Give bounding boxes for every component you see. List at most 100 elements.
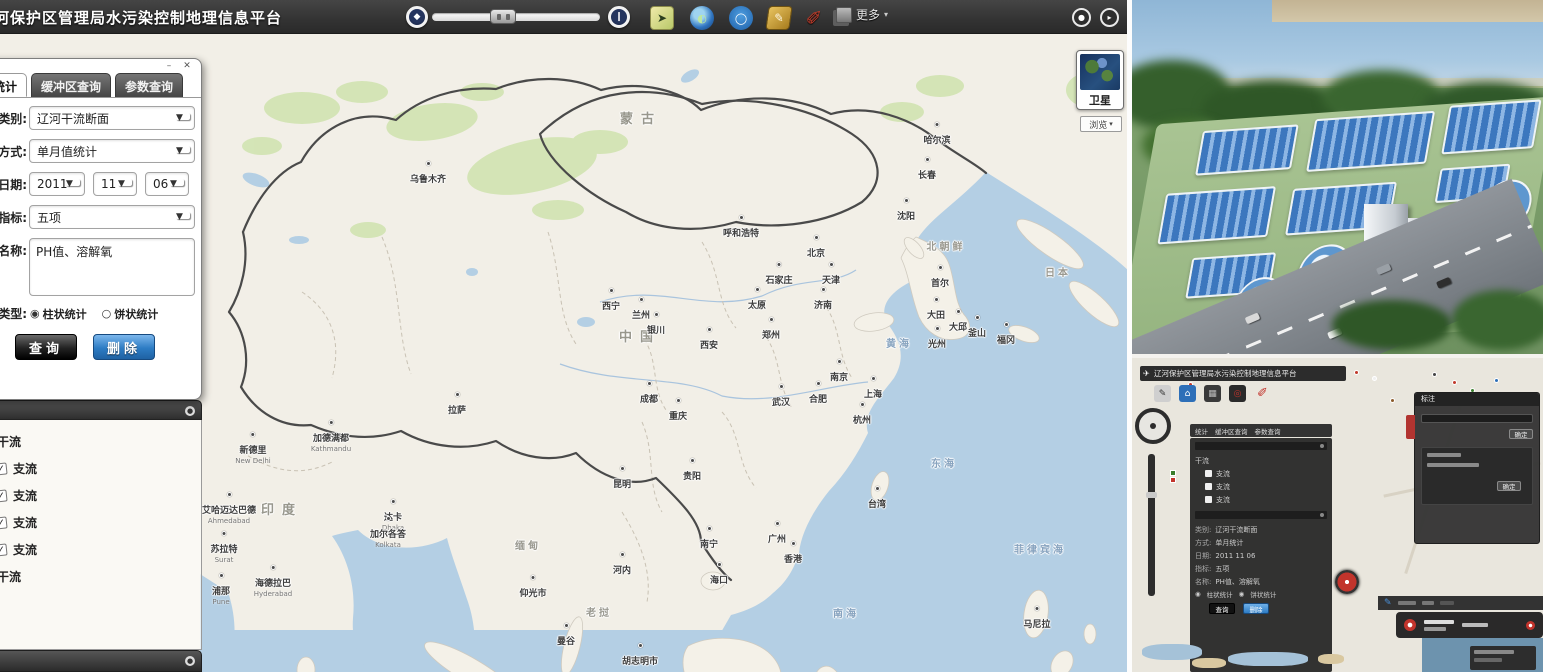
globe-icon[interactable]: ◐ (690, 6, 714, 30)
map-label: 贵阳 (683, 458, 701, 483)
pan-right-button[interactable]: ▸ (1100, 8, 1119, 27)
zoom-slider-track[interactable] (432, 13, 600, 21)
map-label: 釜山 (968, 315, 986, 340)
map-label: 西安 (700, 327, 718, 352)
caret-icon: ▼ (118, 179, 132, 186)
vertical-divider (1127, 0, 1132, 672)
mini-tabs: 统计缓冲区查询参数查询 (1190, 424, 1332, 437)
horizontal-divider (1132, 354, 1543, 358)
tab-2[interactable]: 参数查询 (115, 73, 183, 97)
caret-icon: ▼ (176, 212, 190, 219)
mini-annotation-popup: 标注 确定 确定 (1414, 392, 1540, 544)
pie-radio-icon[interactable]: ○ (102, 307, 112, 320)
annotate-pen-icon[interactable]: ✐ (802, 6, 826, 30)
category-select[interactable]: 辽河干流断面 ▼ (29, 106, 195, 130)
screen: 河保护区管理局水污染控制地理信息平台 ◆ ❙ ➤ ◐ ◯ ✎ ✐ 更多 ▾ ● … (0, 0, 1543, 672)
mini-query-panel: 干流支流支流支流 类别:辽河干流断面方式:单月统计日期:2011 11 06指标… (1190, 438, 1332, 672)
delete-button[interactable]: 删除 (93, 334, 155, 360)
layer-checkbox[interactable]: ✓ (0, 543, 8, 556)
layer-checkbox[interactable]: ✓ (0, 462, 8, 475)
bar-radio-icon[interactable]: ◉ (30, 307, 40, 320)
pan-left-button[interactable]: ● (1072, 8, 1091, 27)
map-label: 太原 (748, 287, 766, 312)
layer-item[interactable]: ✓支流 (0, 482, 201, 509)
layer-item[interactable]: ✓支流 (0, 509, 201, 536)
map-label: 乌鲁木齐 (410, 161, 446, 186)
layer-item[interactable]: ✓支流 (0, 536, 201, 563)
map-label: 济南 (814, 287, 832, 312)
more-menu-button[interactable]: 更多 ▾ (836, 6, 888, 23)
mini-poi-marker (1390, 398, 1395, 403)
mini-draw-toolbar: ✎ (1378, 596, 1543, 610)
month-select[interactable]: 11 ▼ (93, 172, 137, 196)
map-label: 南宁 (700, 526, 718, 551)
tab-1[interactable]: 缓冲区查询 (31, 73, 111, 97)
map-label: 沈阳 (897, 198, 915, 223)
measure-tool-icon[interactable]: ✎ (765, 6, 792, 30)
mini-compass (1135, 408, 1171, 444)
layer-item[interactable]: 干流 (0, 563, 201, 590)
bar-radio-label[interactable]: 柱状统计 (43, 306, 87, 322)
minimize-icon[interactable]: – (163, 61, 175, 71)
map-label: 缅甸 (515, 534, 541, 553)
map-label: 马尼拉 (1023, 606, 1050, 631)
layer-checkbox[interactable]: ✓ (0, 516, 8, 529)
mini-poi-marker (1452, 380, 1457, 385)
map-select-icon[interactable]: ➤ (650, 6, 674, 30)
red-dot-icon (1404, 619, 1416, 631)
caret-icon: ▼ (170, 179, 184, 186)
indicator-select[interactable]: 五项 ▼ (29, 205, 195, 229)
map-label: 日本 (1045, 261, 1071, 280)
satellite-label: 卫星 (1080, 92, 1120, 108)
tab-0[interactable]: 统计 (0, 73, 27, 97)
map-label: 胡志明市 (622, 643, 658, 668)
query-panel-header: – ✕ (0, 59, 201, 73)
pie-radio-label[interactable]: 饼状统计 (114, 306, 158, 322)
layer-item[interactable]: 干流 (0, 428, 201, 455)
map-label: 呼和浩特 (723, 215, 759, 240)
map-label: 南京 (830, 359, 848, 384)
browse-dropdown[interactable]: 浏览 ▾ (1080, 116, 1122, 132)
mode-select[interactable]: 单月值统计 ▼ (29, 139, 195, 163)
map-label: 北朝鲜 (927, 235, 966, 254)
layers-panel-header[interactable]: ● (0, 400, 202, 420)
name-textarea[interactable]: PH值、溶解氧 (29, 238, 195, 296)
mini-poi-marker (1372, 376, 1377, 381)
mini-detail-chip (1396, 612, 1543, 638)
year-select[interactable]: 2011 ▼ (29, 172, 85, 196)
day-select[interactable]: 06 ▼ (145, 172, 189, 196)
map-label: 苏拉特Surat (210, 531, 237, 564)
collapsed-panel-bar[interactable]: ● (0, 650, 202, 672)
map-label: 天津 (822, 262, 840, 287)
date-label: 日期: (0, 176, 27, 193)
mini-screenshot: ✈ 辽河保护区管理局水污染控制地理信息平台 ✎ ⌂ ▦ ◎ ✐ 统计缓冲区查询参… (1132, 358, 1543, 672)
mode-label: 方式: (0, 143, 27, 160)
layer-checkbox[interactable]: ✓ (0, 489, 8, 502)
name-label: 名称: (0, 242, 27, 259)
satellite-toggle-button[interactable]: 卫星 (1076, 50, 1124, 110)
map-label: 杭州 (853, 402, 871, 427)
map-label: 浦那Pune (212, 573, 230, 606)
map-label: 仰光市 (519, 575, 546, 600)
zoom-out-button[interactable]: ◆ (406, 6, 428, 28)
map-label: 西宁 (602, 288, 620, 313)
map-label: 河内 (613, 552, 631, 577)
mini-toolbar-icons: ✎ ⌂ ▦ ◎ ✐ (1154, 385, 1271, 402)
map-label: 老挝 (586, 601, 612, 620)
map-label: 上海 (864, 376, 882, 401)
map-label: 加德满都Kathmandu (311, 420, 351, 453)
layer-item[interactable]: ✓支流 (0, 455, 201, 482)
collapse-icon[interactable]: ● (185, 406, 195, 416)
query-button[interactable]: 查询 (15, 334, 77, 360)
link-tool-icon[interactable]: ◯ (729, 6, 753, 30)
map-label: 成都 (640, 381, 658, 406)
close-icon[interactable]: ✕ (181, 61, 193, 71)
map-label: 拉萨 (448, 392, 466, 417)
map-label: 黄海 (886, 332, 912, 351)
zoom-in-button[interactable]: ❙ (608, 6, 630, 28)
map-label: 北京 (807, 235, 825, 260)
map-label: 海口 (710, 562, 728, 587)
indicator-label: 指标: (0, 209, 27, 226)
home-icon: ⌂ (1179, 385, 1196, 402)
zoom-slider-handle[interactable] (490, 9, 516, 24)
